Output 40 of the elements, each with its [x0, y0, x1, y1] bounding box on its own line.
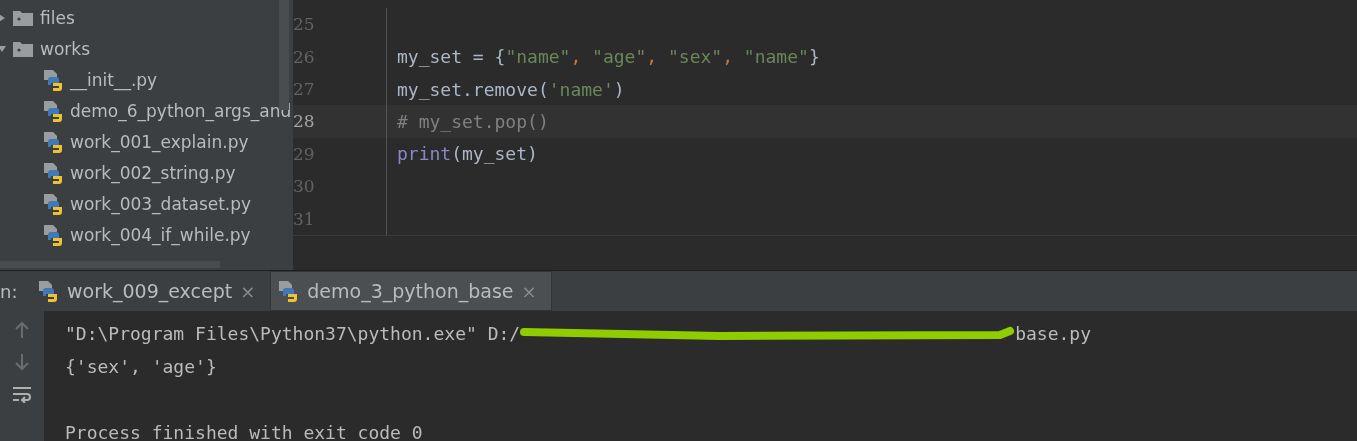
- down-arrow-icon[interactable]: [14, 353, 30, 371]
- caret-icon[interactable]: [0, 44, 6, 53]
- python-file-icon: [37, 279, 59, 303]
- python-file-icon: [277, 279, 300, 303]
- line-number: 25: [293, 8, 387, 41]
- run-tab[interactable]: demo_3_python_base ×: [270, 271, 552, 311]
- line-number: 31: [293, 202, 387, 235]
- python-file-icon: [42, 98, 64, 123]
- console-line: base.py: [1015, 323, 1091, 344]
- code-line: my_set.remove('name'): [396, 78, 625, 100]
- line-number: 28: [293, 105, 387, 138]
- up-arrow-icon[interactable]: [14, 321, 30, 339]
- console-line: Process finished with exit code 0: [65, 422, 423, 441]
- code-line: # my_set.pop(): [396, 110, 549, 132]
- line-number: 29: [293, 137, 387, 171]
- tree-item[interactable]: works: [0, 33, 293, 64]
- tree-item[interactable]: __init__.py: [0, 64, 293, 95]
- code-line: print(my_set): [396, 143, 538, 165]
- tree-item[interactable]: work_001_explain.py: [0, 126, 293, 157]
- python-file-icon: [42, 222, 64, 247]
- tree-item[interactable]: files: [0, 2, 293, 33]
- code-line: my_set = {"name", "age", "sex", "name"}: [396, 46, 820, 68]
- console-line: "D:\Program Files\Python37\python.exe" D:/: [65, 323, 521, 344]
- tree-item[interactable]: work_003_dataset.py: [0, 188, 293, 219]
- soft-wrap-icon[interactable]: [11, 385, 33, 403]
- python-file-icon: [42, 129, 64, 154]
- tree-item[interactable]: work_004_if_while.py: [0, 219, 293, 250]
- python-file-icon: [42, 67, 64, 92]
- line-number: 26: [293, 40, 387, 73]
- caret-icon[interactable]: [0, 13, 6, 22]
- panel-label: n:: [0, 279, 19, 304]
- close-icon[interactable]: ×: [240, 280, 256, 302]
- folder-icon: [12, 39, 34, 58]
- python-file-icon: [42, 191, 64, 216]
- line-number: 30: [293, 170, 387, 203]
- tree-item[interactable]: demo_6_python_args_and: [0, 95, 293, 126]
- folder-icon: [12, 8, 34, 27]
- tree-item[interactable]: work_002_string.py: [0, 157, 293, 188]
- console-line: {'sex', 'age'}: [65, 356, 217, 377]
- python-file-icon: [42, 160, 64, 185]
